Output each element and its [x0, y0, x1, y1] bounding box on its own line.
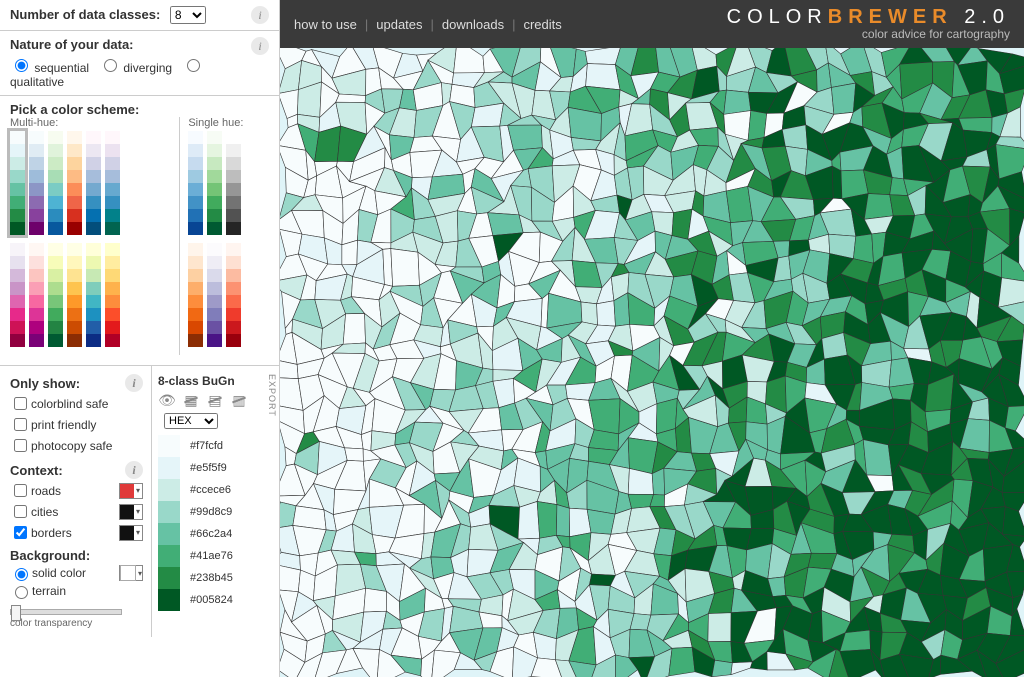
only-show-label: Only show:	[10, 376, 80, 391]
color-ramp[interactable]	[48, 131, 63, 235]
data-classes-select[interactable]: 3456789101112	[170, 6, 206, 24]
color-row[interactable]: #f7fcfd	[158, 435, 273, 457]
brand-tagline: color advice for cartography	[727, 27, 1010, 41]
transparency-slider[interactable]	[10, 609, 122, 615]
color-picker-button[interactable]	[119, 483, 143, 499]
brand-word-a: COLOR	[727, 6, 828, 28]
onlyshow-photocopy-safe[interactable]: photocopy safe	[10, 436, 143, 455]
crossed-icon: ▤	[206, 392, 224, 406]
nature-label: Nature of your data:	[10, 37, 134, 52]
color-row[interactable]: #ccece6	[158, 479, 273, 501]
usability-icons: 👁 ▦ ▤ ▥	[158, 392, 273, 406]
color-ramp[interactable]	[10, 243, 25, 347]
data-classes-label: Number of data classes:	[10, 7, 160, 22]
brand-version: 2.0	[953, 6, 1010, 28]
color-ramp[interactable]	[105, 131, 120, 235]
lower-left: Only show: i colorblind safe print friend…	[0, 366, 152, 637]
color-ramp[interactable]	[226, 243, 241, 347]
hex-list: #f7fcfd#e5f5f9#ccece6#99d8c9#66c2a4#41ae…	[158, 435, 273, 611]
color-row[interactable]: #41ae76	[158, 545, 273, 567]
brand-word-b: BREWER	[828, 6, 953, 28]
panel-data-classes: Number of data classes: 3456789101112 i	[0, 0, 279, 31]
context-roads[interactable]: roads	[10, 481, 143, 500]
color-ramp[interactable]	[226, 131, 241, 235]
color-row[interactable]: #e5f5f9	[158, 457, 273, 479]
color-row[interactable]: #66c2a4	[158, 523, 273, 545]
panel-nature: Nature of your data: i sequential diverg…	[0, 31, 279, 96]
eye-icon: 👁	[158, 392, 176, 406]
info-icon[interactable]: i	[125, 374, 143, 392]
nature-radios: sequential diverging qualitative	[10, 56, 269, 89]
color-ramp[interactable]	[188, 131, 203, 235]
top-header: how to use|updates|downloads|credits COL…	[280, 0, 1024, 48]
color-ramp[interactable]	[67, 243, 82, 347]
onlyshow-print-friendly[interactable]: print friendly	[10, 415, 143, 434]
map-preview[interactable]	[280, 48, 1024, 677]
color-ramp[interactable]	[207, 243, 222, 347]
background-terrain[interactable]: terrain	[10, 583, 143, 599]
color-ramp[interactable]	[207, 131, 222, 235]
color-picker-button[interactable]	[119, 565, 143, 581]
color-ramp[interactable]	[67, 131, 82, 235]
color-ramp[interactable]	[105, 243, 120, 347]
nav-downloads[interactable]: downloads	[442, 17, 504, 32]
nav-updates[interactable]: updates	[376, 17, 422, 32]
color-ramp[interactable]	[188, 243, 203, 347]
color-picker-button[interactable]	[119, 525, 143, 541]
color-ramp[interactable]	[29, 131, 44, 235]
color-row[interactable]: #99d8c9	[158, 501, 273, 523]
panel-scheme: Pick a color scheme: Multi-hue: Single h…	[0, 96, 279, 366]
single-hue-label: Single hue:	[188, 117, 269, 129]
crossed-icon: ▥	[230, 392, 248, 406]
single-hue-ramps-2	[188, 243, 269, 347]
current-scheme-title: 8-class BuGn	[158, 374, 273, 388]
context-label: Context:	[10, 463, 63, 478]
info-icon[interactable]: i	[125, 461, 143, 479]
panel-lower: Only show: i colorblind safe print friend…	[0, 366, 279, 637]
nature-sequential[interactable]: sequential	[10, 61, 89, 75]
info-icon[interactable]: i	[251, 37, 269, 55]
color-ramp[interactable]	[10, 131, 25, 235]
color-ramp[interactable]	[86, 243, 101, 347]
color-row[interactable]: #238b45	[158, 567, 273, 589]
nav-how-to-use[interactable]: how to use	[294, 17, 357, 32]
export-label[interactable]: EXPORT	[267, 374, 277, 417]
nature-diverging[interactable]: diverging	[99, 61, 172, 75]
color-ramp[interactable]	[29, 243, 44, 347]
color-ramp[interactable]	[48, 243, 63, 347]
multi-hue-ramps-2	[10, 243, 171, 347]
background-label: Background:	[10, 548, 143, 563]
info-icon[interactable]: i	[251, 6, 269, 24]
sidebar: Number of data classes: 3456789101112 i …	[0, 0, 280, 677]
multi-hue-label: Multi-hue:	[10, 117, 171, 129]
onlyshow-colorblind-safe[interactable]: colorblind safe	[10, 394, 143, 413]
header-nav: how to use|updates|downloads|credits	[294, 17, 562, 32]
pick-scheme-label: Pick a color scheme:	[10, 102, 139, 117]
color-format-select[interactable]: HEXRGBCMYK	[164, 413, 218, 429]
background-solid-color[interactable]: solid color	[10, 565, 143, 581]
context-cities[interactable]: cities	[10, 502, 143, 521]
color-ramp[interactable]	[86, 131, 101, 235]
color-picker-button[interactable]	[119, 504, 143, 520]
crossed-icon: ▦	[182, 392, 200, 406]
context-borders[interactable]: borders	[10, 523, 143, 542]
color-row[interactable]: #005824	[158, 589, 273, 611]
transparency-label: color transparency	[10, 618, 143, 629]
lower-right: 8-class BuGn 👁 ▦ ▤ ▥ HEXRGBCMYK EXPORT #…	[152, 366, 279, 637]
branding: COLORBREWER 2.0 color advice for cartogr…	[727, 6, 1010, 41]
nav-credits[interactable]: credits	[523, 17, 561, 32]
multi-hue-ramps-1	[10, 131, 171, 235]
single-hue-ramps-1	[188, 131, 269, 235]
